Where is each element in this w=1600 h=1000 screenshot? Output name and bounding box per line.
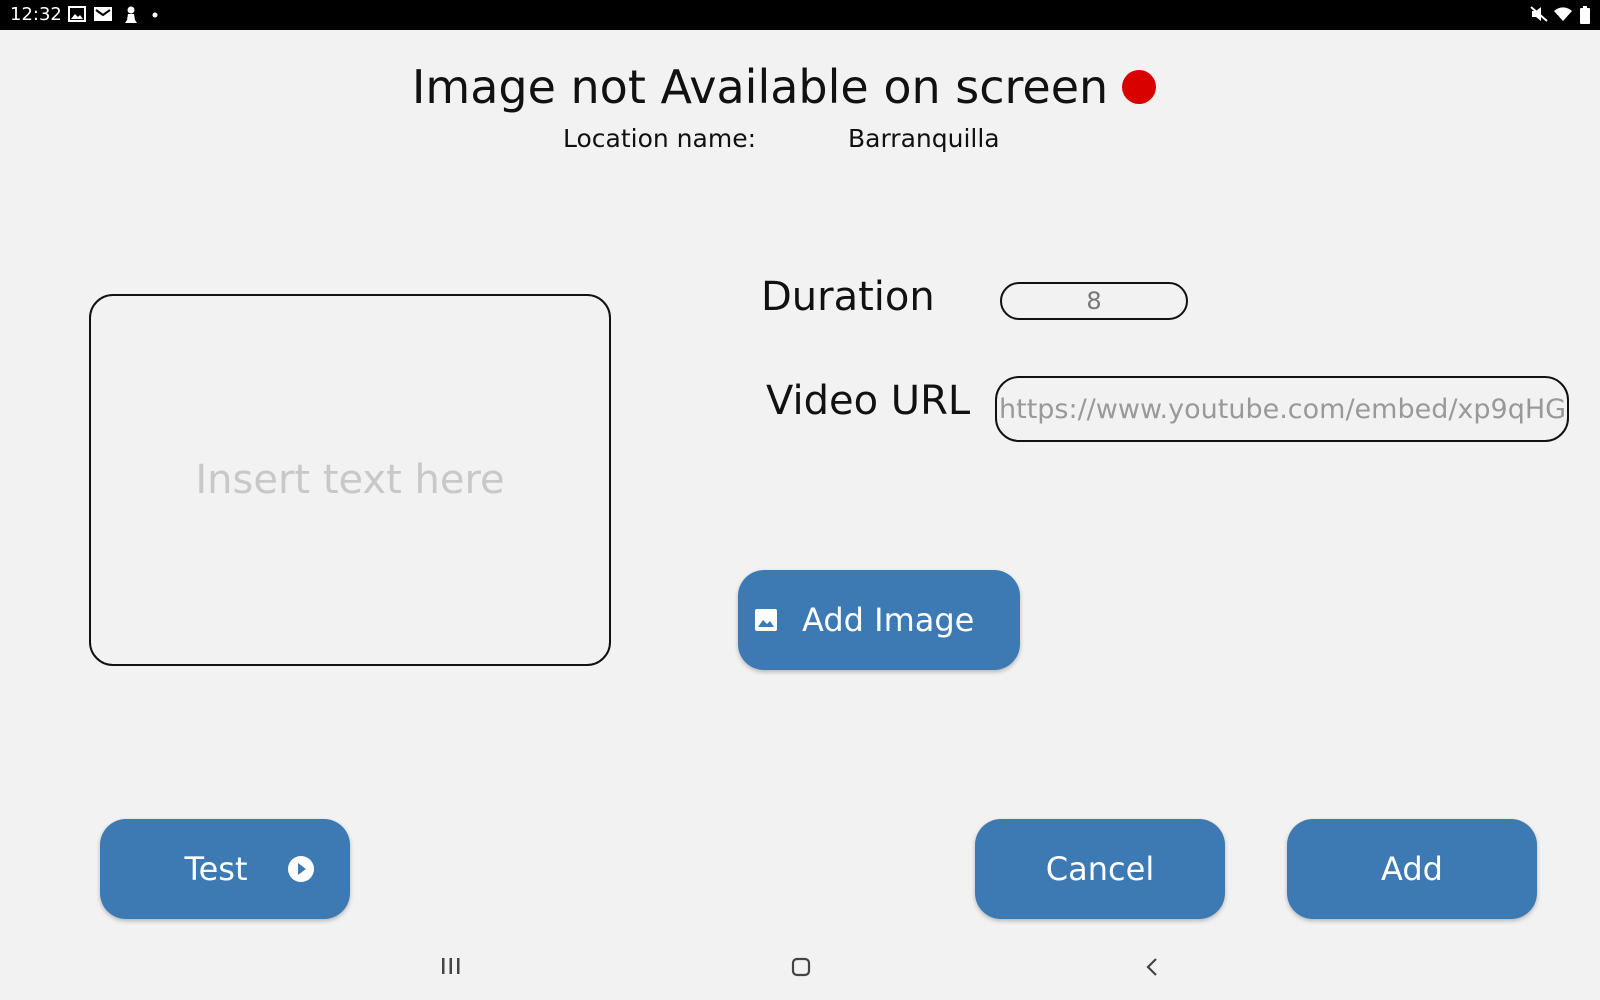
back-icon[interactable] (1145, 957, 1159, 977)
video-url-value: https://www.youtube.com/embed/xp9qHGNCcj… (999, 393, 1567, 425)
text-input-area[interactable]: Insert text here (89, 294, 611, 666)
page-title: Image not Available on screen (411, 60, 1109, 114)
duration-label: Duration (761, 274, 935, 320)
cancel-label: Cancel (1045, 850, 1155, 888)
test-button[interactable]: Test (100, 819, 350, 919)
text-input-placeholder: Insert text here (195, 457, 505, 503)
add-image-button[interactable]: Add Image (738, 570, 1020, 670)
status-bar: 12:32 (0, 0, 1600, 30)
add-label: Add (1381, 850, 1443, 888)
cancel-button[interactable]: Cancel (975, 819, 1225, 919)
video-url-field[interactable]: https://www.youtube.com/embed/xp9qHGNCcj… (995, 376, 1569, 442)
test-label: Test (184, 850, 248, 888)
status-indicator (1122, 70, 1157, 104)
battery-icon (1580, 6, 1590, 24)
status-time: 12:32 (10, 4, 62, 25)
dot-icon (152, 12, 158, 18)
wifi-icon (1554, 7, 1572, 21)
gallery-icon (68, 6, 86, 22)
home-icon[interactable] (791, 957, 811, 977)
image-icon (754, 608, 778, 632)
location-label: Location name: (563, 124, 757, 153)
duration-value: 8 (1086, 287, 1102, 315)
location-value: Barranquilla (848, 124, 1000, 153)
recents-icon[interactable] (440, 957, 462, 975)
play-circle-icon (287, 856, 314, 882)
screen: 12:32 Image not Available on screen Loca… (0, 0, 1600, 1000)
add-button[interactable]: Add (1287, 819, 1537, 919)
add-image-label: Add Image (802, 601, 975, 639)
mute-icon (1530, 6, 1548, 22)
title-row: Image not Available on screen (0, 60, 1568, 114)
duration-field[interactable]: 8 (1000, 282, 1188, 320)
chess-pawn-icon (125, 6, 137, 23)
mail-icon (94, 7, 112, 21)
video-url-label: Video URL (766, 378, 971, 424)
